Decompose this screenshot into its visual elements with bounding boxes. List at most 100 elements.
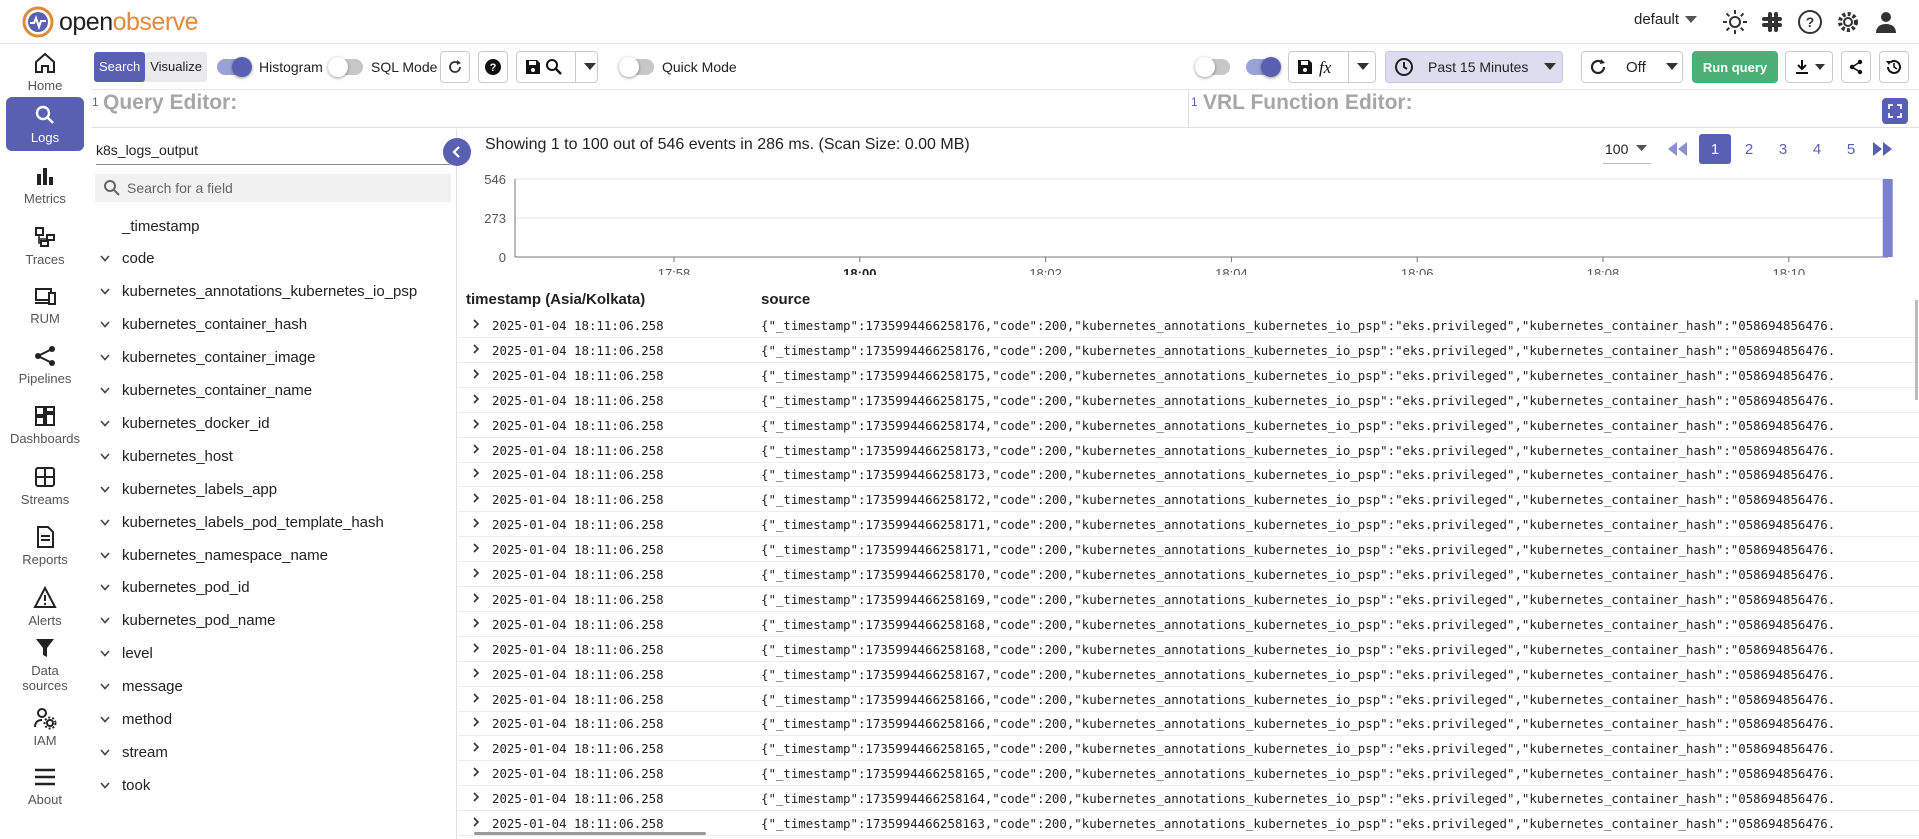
table-row[interactable]: 2025-01-04 18:11:06.258 {"_timestamp":173… xyxy=(458,587,1919,612)
chevron-down-icon[interactable] xyxy=(100,617,110,625)
time-range-picker[interactable]: Past 15 Minutes xyxy=(1385,51,1563,83)
field-item[interactable]: method xyxy=(92,709,452,731)
user-avatar-icon[interactable] xyxy=(1873,9,1899,35)
sidebar-item-reports[interactable]: Reports xyxy=(6,519,84,573)
page-button[interactable]: 5 xyxy=(1835,134,1867,164)
quick-mode-switch[interactable] xyxy=(619,57,654,77)
chevron-right-icon[interactable] xyxy=(472,492,480,504)
field-expand-toggle[interactable] xyxy=(92,519,118,526)
field-expand-toggle[interactable] xyxy=(92,782,118,789)
table-row[interactable]: 2025-01-04 18:11:06.258 {"_timestamp":173… xyxy=(458,487,1919,513)
field-item[interactable]: kubernetes_container_hash xyxy=(92,314,452,336)
table-row[interactable]: 2025-01-04 18:11:06.258 {"_timestamp":173… xyxy=(458,313,1919,338)
sidebar-item-metrics[interactable]: Metrics xyxy=(6,158,84,212)
chevron-down-icon[interactable] xyxy=(100,519,110,526)
field-expand-toggle[interactable] xyxy=(92,453,118,460)
sidebar-item-logs[interactable]: Logs xyxy=(6,97,84,151)
chevron-down-icon[interactable] xyxy=(100,584,110,592)
slack-icon[interactable] xyxy=(1759,9,1785,35)
run-query-button[interactable]: Run query xyxy=(1692,51,1778,83)
field-search-input[interactable]: Search for a field xyxy=(95,174,451,202)
table-row[interactable]: 2025-01-04 18:11:06.258 {"_timestamp":173… xyxy=(458,687,1919,712)
chevron-down-icon[interactable] xyxy=(100,453,110,460)
chevron-down-icon[interactable] xyxy=(100,782,110,789)
help-icon[interactable]: ? xyxy=(1797,9,1823,35)
chevron-right-icon[interactable] xyxy=(472,443,480,455)
function-switch[interactable] xyxy=(1246,57,1281,77)
page-button[interactable]: 4 xyxy=(1801,134,1833,164)
table-row[interactable]: 2025-01-04 18:11:06.258 {"_timestamp":173… xyxy=(458,438,1919,463)
chevron-right-icon[interactable] xyxy=(472,642,480,654)
chevron-right-icon[interactable] xyxy=(472,816,480,828)
field-item[interactable]: kubernetes_container_name xyxy=(92,380,452,402)
chevron-right-icon[interactable] xyxy=(472,542,480,554)
sidebar-item-pipelines[interactable]: Pipelines xyxy=(6,338,84,392)
chevron-right-icon[interactable] xyxy=(472,741,480,753)
syntax-help-button[interactable]: ? xyxy=(478,51,508,83)
field-item[interactable]: kubernetes_labels_app xyxy=(92,478,452,500)
sidebar-item-streams[interactable]: Streams xyxy=(6,459,84,513)
chevron-right-icon[interactable] xyxy=(472,592,480,604)
table-row[interactable]: 2025-01-04 18:11:06.258 {"_timestamp":173… xyxy=(458,462,1919,488)
field-expand-toggle[interactable] xyxy=(92,354,118,361)
horizontal-scrollbar[interactable] xyxy=(474,832,706,835)
page-size-selector[interactable]: 100 xyxy=(1603,134,1651,164)
field-expand-toggle[interactable] xyxy=(92,650,118,657)
chevron-down-icon[interactable] xyxy=(100,716,110,723)
field-item[interactable]: stream xyxy=(92,741,452,763)
page-button[interactable]: 3 xyxy=(1767,134,1799,164)
chevron-right-icon[interactable] xyxy=(472,517,480,529)
table-row[interactable]: 2025-01-04 18:11:06.258 {"_timestamp":173… xyxy=(458,413,1919,438)
function-fx-icon[interactable]: fx xyxy=(1318,57,1342,77)
chevron-down-icon[interactable] xyxy=(100,288,110,296)
field-item[interactable]: level xyxy=(92,643,452,665)
table-row[interactable]: 2025-01-04 18:11:06.258 {"_timestamp":173… xyxy=(458,363,1919,388)
sidebar-item-alerts[interactable]: Alerts xyxy=(6,580,84,634)
caret-down-icon[interactable] xyxy=(584,63,596,71)
wrap-toggle[interactable] xyxy=(1195,57,1230,77)
chevron-down-icon[interactable] xyxy=(100,551,110,559)
settings-gear-icon[interactable] xyxy=(1835,9,1861,35)
table-row[interactable]: 2025-01-04 18:11:06.258 {"_timestamp":173… xyxy=(458,338,1919,363)
sidebar-item-iam[interactable]: IAM xyxy=(6,700,84,754)
field-expand-toggle[interactable] xyxy=(92,617,118,625)
history-button[interactable] xyxy=(1879,51,1909,83)
download-button[interactable] xyxy=(1785,51,1833,83)
sidebar-item-dashboards[interactable]: Dashboards xyxy=(6,398,84,452)
stream-selector[interactable]: k8s_logs_output xyxy=(96,135,456,165)
chevron-right-icon[interactable] xyxy=(472,791,480,803)
column-header-source[interactable]: source xyxy=(761,291,810,308)
tab-visualize[interactable]: Visualize xyxy=(145,52,207,82)
chevron-right-icon[interactable] xyxy=(472,343,480,355)
field-expand-toggle[interactable] xyxy=(92,486,118,493)
search-saved-icon[interactable] xyxy=(545,58,563,76)
logo[interactable]: openobserve xyxy=(22,6,199,38)
chevron-down-icon[interactable] xyxy=(100,749,110,756)
table-row[interactable]: 2025-01-04 18:11:06.258 {"_timestamp":173… xyxy=(458,786,1919,812)
query-editor-placeholder[interactable]: Query Editor: xyxy=(103,92,237,114)
chevron-right-icon[interactable] xyxy=(472,692,480,704)
chevron-down-icon[interactable] xyxy=(100,354,110,361)
chevron-down-icon[interactable] xyxy=(100,255,110,263)
caret-down-icon[interactable] xyxy=(1357,63,1369,71)
chevron-right-icon[interactable] xyxy=(472,567,480,579)
table-row[interactable]: 2025-01-04 18:11:06.258 {"_timestamp":173… xyxy=(458,537,1919,563)
chevron-right-icon[interactable] xyxy=(472,467,480,479)
field-expand-toggle[interactable] xyxy=(92,387,118,394)
field-expand-toggle[interactable] xyxy=(92,584,118,592)
table-row[interactable]: 2025-01-04 18:11:06.258 {"_timestamp":173… xyxy=(458,512,1919,538)
field-expand-toggle[interactable] xyxy=(92,683,118,690)
wrap-switch[interactable] xyxy=(1195,57,1230,77)
table-row[interactable]: 2025-01-04 18:11:06.258 {"_timestamp":173… xyxy=(458,711,1919,737)
field-expand-toggle[interactable] xyxy=(92,288,118,296)
sidebar-item-data-sources[interactable]: Data sources xyxy=(6,631,84,697)
chevron-down-icon[interactable] xyxy=(100,387,110,394)
table-row[interactable]: 2025-01-04 18:11:06.258 {"_timestamp":173… xyxy=(458,637,1919,662)
sidebar-item-about[interactable]: About xyxy=(6,759,84,813)
chevron-right-icon[interactable] xyxy=(472,617,480,629)
chevron-right-icon[interactable] xyxy=(472,393,480,405)
vertical-scrollbar[interactable] xyxy=(1915,300,1918,400)
function-toggle[interactable] xyxy=(1246,57,1281,77)
field-item[interactable]: kubernetes_labels_pod_template_hash xyxy=(92,511,452,533)
table-row[interactable]: 2025-01-04 18:11:06.258 {"_timestamp":173… xyxy=(458,736,1919,762)
